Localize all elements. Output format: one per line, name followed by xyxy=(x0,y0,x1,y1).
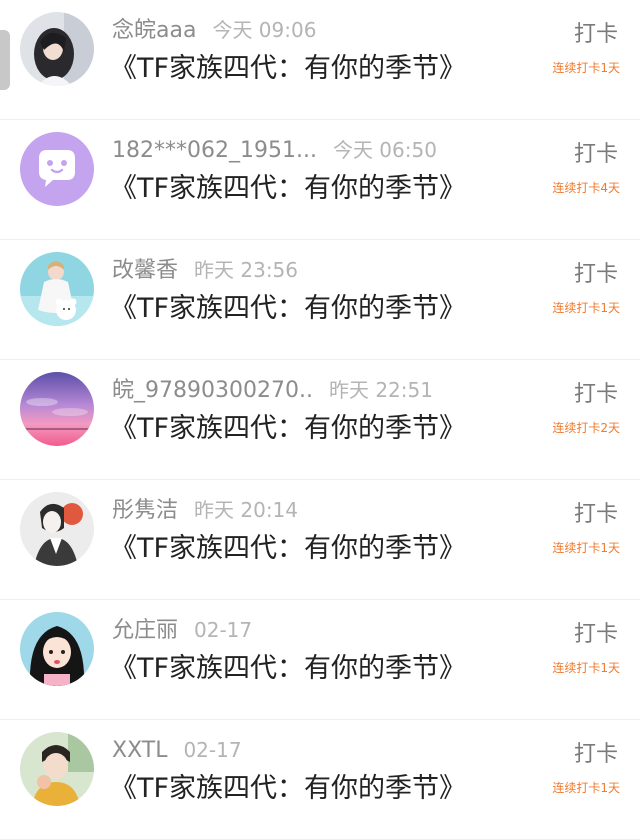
list-item[interactable]: XXTL 02-17 《TF家族四代：有你的季节》 打卡 连续打卡1天 xyxy=(0,720,640,840)
timestamp: 昨天 22:51 xyxy=(328,378,433,402)
book-title[interactable]: 《TF家族四代：有你的季节》 xyxy=(110,170,466,208)
avatar-sunset-sky-icon[interactable] xyxy=(20,372,94,446)
entry-meta: 皖_97890300270.. 昨天 22:51 xyxy=(112,374,433,406)
username[interactable]: 改馨香 xyxy=(112,258,178,283)
checkin-button[interactable]: 打卡 xyxy=(574,380,618,410)
list-item[interactable]: 允庄丽 02-17 《TF家族四代：有你的季节》 打卡 连续打卡1天 xyxy=(0,600,640,720)
username[interactable]: 念皖aaa xyxy=(112,18,196,43)
list-item[interactable]: 念皖aaa 今天 09:06 《TF家族四代：有你的季节》 打卡 连续打卡1天 xyxy=(0,0,640,120)
book-title[interactable]: 《TF家族四代：有你的季节》 xyxy=(110,290,466,328)
avatar-cartoon-girl-icon[interactable] xyxy=(20,612,94,686)
book-title[interactable]: 《TF家族四代：有你的季节》 xyxy=(110,650,466,688)
checkin-button[interactable]: 打卡 xyxy=(574,260,618,290)
streak-badge: 连续打卡1天 xyxy=(552,301,620,315)
avatar-girl-dark-hair-icon[interactable] xyxy=(20,12,94,86)
streak-badge: 连续打卡1天 xyxy=(552,541,620,555)
timestamp: 今天 06:50 xyxy=(332,138,437,162)
checkin-button[interactable]: 打卡 xyxy=(574,20,618,50)
username[interactable]: 皖_97890300270.. xyxy=(112,378,313,403)
username[interactable]: XXTL xyxy=(112,738,167,763)
streak-badge: 连续打卡1天 xyxy=(552,661,620,675)
entry-meta: 改馨香 昨天 23:56 xyxy=(112,254,298,286)
checkin-button[interactable]: 打卡 xyxy=(574,500,618,530)
username[interactable]: 彤隽洁 xyxy=(112,498,178,523)
checkin-button[interactable]: 打卡 xyxy=(574,620,618,650)
list-item[interactable]: 皖_97890300270.. 昨天 22:51 《TF家族四代：有你的季节》 打… xyxy=(0,360,640,480)
checkin-button[interactable]: 打卡 xyxy=(574,140,618,170)
list-item[interactable]: 改馨香 昨天 23:56 《TF家族四代：有你的季节》 打卡 连续打卡1天 xyxy=(0,240,640,360)
book-title[interactable]: 《TF家族四代：有你的季节》 xyxy=(110,50,466,88)
avatar-boy-illustration-icon[interactable] xyxy=(20,732,94,806)
book-title[interactable]: 《TF家族四代：有你的季节》 xyxy=(110,410,466,448)
avatar-chat-bubble-icon[interactable] xyxy=(20,132,94,206)
book-title[interactable]: 《TF家族四代：有你的季节》 xyxy=(110,530,466,568)
timestamp: 昨天 23:56 xyxy=(194,258,299,282)
timestamp: 02-17 xyxy=(194,618,253,642)
avatar-woman-with-bear-icon[interactable] xyxy=(20,252,94,326)
entry-meta: 允庄丽 02-17 xyxy=(112,614,252,646)
timestamp: 今天 09:06 xyxy=(212,18,317,42)
timestamp: 昨天 20:14 xyxy=(194,498,299,522)
entry-meta: 彤隽洁 昨天 20:14 xyxy=(112,494,298,526)
entry-meta: 念皖aaa 今天 09:06 xyxy=(112,14,316,46)
username[interactable]: 允庄丽 xyxy=(112,618,178,643)
entry-meta: XXTL 02-17 xyxy=(112,734,242,766)
book-title[interactable]: 《TF家族四代：有你的季节》 xyxy=(110,770,466,808)
streak-badge: 连续打卡1天 xyxy=(552,61,620,75)
list-item[interactable]: 彤隽洁 昨天 20:14 《TF家族四代：有你的季节》 打卡 连续打卡1天 xyxy=(0,480,640,600)
username[interactable]: 182***062_1951... xyxy=(112,138,317,163)
timestamp: 02-17 xyxy=(183,738,242,762)
streak-badge: 连续打卡2天 xyxy=(552,421,620,435)
streak-badge: 连续打卡1天 xyxy=(552,781,620,795)
entry-meta: 182***062_1951... 今天 06:50 xyxy=(112,134,437,166)
streak-badge: 连续打卡4天 xyxy=(552,181,620,195)
list-item[interactable]: 182***062_1951... 今天 06:50 《TF家族四代：有你的季节》… xyxy=(0,120,640,240)
checkin-button[interactable]: 打卡 xyxy=(574,740,618,770)
avatar-sketch-portrait-icon[interactable] xyxy=(20,492,94,566)
